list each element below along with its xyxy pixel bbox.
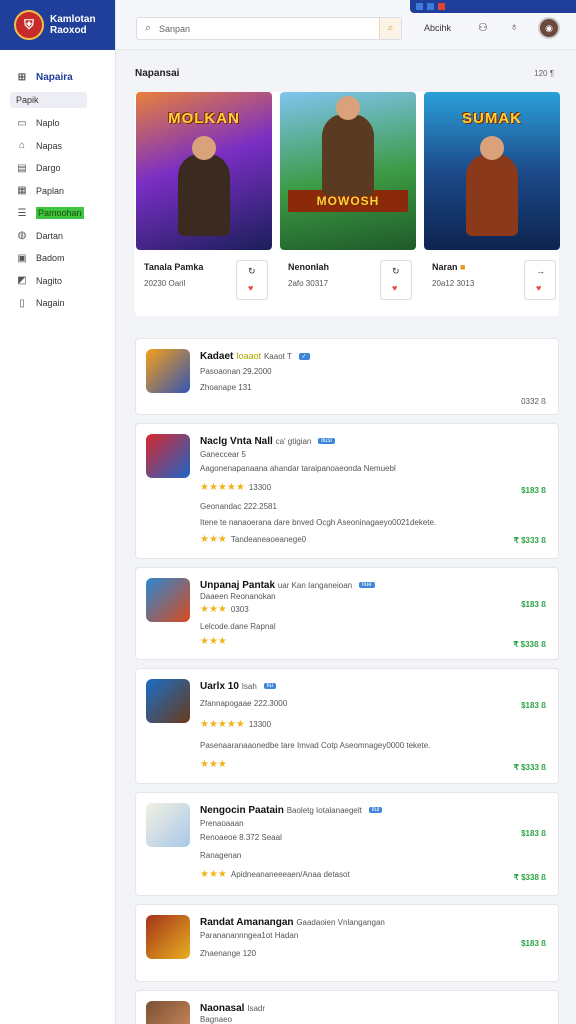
heart-icon[interactable]: ♥: [536, 283, 541, 293]
sidebar-item-2[interactable]: ▭ Naplo: [0, 112, 115, 135]
card-actions[interactable]: ↻ ♥: [236, 260, 268, 300]
sidebar-item-4[interactable]: ▤ Dargo: [0, 157, 115, 180]
price: $183 ß: [521, 939, 546, 948]
list-item[interactable]: Randat Amanangan Gaadaoien Vnlangangan P…: [135, 904, 559, 982]
card-title: Naran ■: [432, 262, 466, 272]
heart-icon[interactable]: ♥: [248, 283, 253, 293]
sidebar-item-6[interactable]: ☰ Pamoohan: [0, 202, 115, 225]
share-icon[interactable]: ↻: [248, 266, 256, 277]
game-cover-image[interactable]: MOLKAN: [136, 92, 272, 250]
rating-stars: ★★★: [200, 759, 227, 770]
youtube-icon[interactable]: [438, 3, 445, 10]
grid-icon: ⊞: [17, 71, 27, 83]
rating-stars: ★★★ Apidneananeeeaen/Anaa detasot: [200, 869, 350, 880]
brand-name: Kamlotan: [50, 14, 96, 25]
chart-icon: ▦: [17, 185, 27, 197]
featured-card[interactable]: MOLKAN Tanala Pamka 20230 Oaril ↻ ♥: [136, 92, 272, 302]
bell-icon[interactable]: ♁: [510, 21, 518, 33]
list-item[interactable]: Nengocin Paatain Baoletg Iotalanaegelt I…: [135, 792, 559, 896]
card-actions[interactable]: → ♥: [524, 260, 556, 300]
search-icon: ⌕: [144, 22, 152, 34]
calendar-icon: ▣: [17, 252, 27, 264]
rating-stars: ★★★ 0303: [200, 604, 249, 615]
game-icon: [146, 1001, 190, 1024]
doc-icon: ▯: [19, 297, 25, 309]
search-button[interactable]: ⌕: [379, 18, 401, 39]
card-actions[interactable]: ↻ ♥: [380, 260, 412, 300]
search-input[interactable]: Sanpan: [159, 24, 379, 34]
card-subtitle: 20a12 3013: [432, 279, 475, 288]
price: ₹ $33ß ß: [513, 640, 546, 649]
rating-stars: ★★★: [200, 636, 227, 647]
price: ₹ $333 ß: [513, 763, 546, 772]
top-bar: ⌕ Sanpan ⌕ Abcihk ⚇ ♁ ◉: [116, 0, 576, 50]
facebook-icon[interactable]: [416, 3, 423, 10]
user-icon[interactable]: ⚇: [478, 21, 488, 34]
price: $183 ß: [521, 701, 546, 710]
game-cover-image[interactable]: SUMAK: [424, 92, 560, 250]
verified-icon: ✓: [298, 352, 310, 360]
list-item[interactable]: Naonasal Isadr Bagnaeo: [135, 990, 559, 1024]
game-icon: [146, 578, 190, 622]
top-action-link[interactable]: Abcihk: [424, 23, 451, 33]
rating-stars: ★★★★★ 13300: [200, 482, 272, 493]
featured-card[interactable]: SUMAK Naran ■ 20a12 3013 → ♥: [424, 92, 560, 302]
top-strip: [410, 0, 576, 13]
book-icon: ▭: [17, 117, 27, 129]
game-icon: [146, 349, 190, 393]
home-icon: ⌂: [18, 140, 26, 152]
sidebar: ⛨ Kamlotan Raoxod ⊞ Napaira Papik ▭ Naplo …: [0, 0, 116, 1024]
game-icon: [146, 434, 190, 478]
list-item[interactable]: Kadaet Ioaaot Kaaot T ✓ Pasoaonan 29.200…: [135, 338, 559, 415]
avatar[interactable]: ◉: [538, 17, 560, 39]
list-item[interactable]: Unpanaj Pantak uar Kan Ianganeioan Ilue …: [135, 567, 559, 660]
featured-row: MOLKAN Tanala Pamka 20230 Oaril ↻ ♥ MOWO…: [135, 92, 560, 316]
sidebar-item-10[interactable]: ▯ Nagain: [0, 292, 115, 315]
sidebar-item-9[interactable]: ◩ Nagito: [0, 270, 115, 293]
list-item[interactable]: Uarlx 10 Isah Ilu Zfannapogaae 222.3000 …: [135, 668, 559, 784]
rating-stars: ★★★★★ 13300: [200, 719, 272, 730]
badge-icon: ■: [460, 262, 466, 272]
price: $183 ß: [521, 829, 546, 838]
sidebar-nav: ⊞ Napaira Papik ▭ Naplo ⌂ Napas ▤ Dargo ▦ Pap…: [0, 50, 115, 315]
game-icon: [146, 679, 190, 723]
arrow-icon[interactable]: →: [536, 266, 545, 276]
featured-card[interactable]: MOWOSH Nenonlah 2afo 30317 ↻ ♥: [280, 92, 416, 302]
game-cover-image[interactable]: MOWOSH: [280, 92, 416, 250]
section-title: Napansai: [135, 68, 180, 79]
card-subtitle: 2afo 30317: [288, 279, 329, 288]
card-title: Tanala Pamka: [144, 262, 204, 272]
sidebar-item-1[interactable]: Papik: [10, 92, 87, 108]
game-icon: [146, 803, 190, 847]
list-item[interactable]: Naclg Vnta Nall ca' gtigian Ilusl Ganecc…: [135, 423, 559, 559]
section-count: 120 ¶: [534, 69, 554, 78]
shield-logo-icon: ⛨: [14, 10, 44, 40]
sidebar-item-3[interactable]: ⌂ Napas: [0, 135, 115, 158]
card-subtitle: 20230 Oaril: [144, 279, 186, 288]
price: $183 ß: [521, 600, 546, 609]
sidebar-item-5[interactable]: ▦ Paplan: [0, 180, 115, 203]
game-icon: [146, 915, 190, 959]
twitter-icon[interactable]: [427, 3, 434, 10]
heart-icon[interactable]: ♥: [392, 283, 397, 293]
calendar-icon: ▤: [17, 162, 27, 174]
price: ₹ $333 ß: [513, 536, 546, 545]
sidebar-item-8[interactable]: ▣ Badom: [0, 247, 115, 270]
price: ₹ $338 ß: [513, 873, 546, 882]
card-title: Nenonlah: [288, 262, 330, 272]
sidebar-item-7[interactable]: ◍ Dartan: [0, 225, 115, 248]
brand-header[interactable]: ⛨ Kamlotan Raoxod: [0, 0, 115, 50]
share-icon[interactable]: ↻: [392, 266, 400, 277]
sidebar-item-0[interactable]: ⊞ Napaira: [0, 64, 115, 90]
search-bar[interactable]: ⌕ Sanpan ⌕: [136, 17, 402, 40]
price: $183 ß: [521, 486, 546, 495]
rating-stars: ★★★ Tandeaneaoeanege0: [200, 534, 307, 545]
globe-icon: ◍: [17, 230, 27, 242]
brand-subtitle: Raoxod: [50, 25, 87, 36]
image-icon: ◩: [17, 275, 27, 287]
list-icon: ☰: [17, 207, 27, 219]
